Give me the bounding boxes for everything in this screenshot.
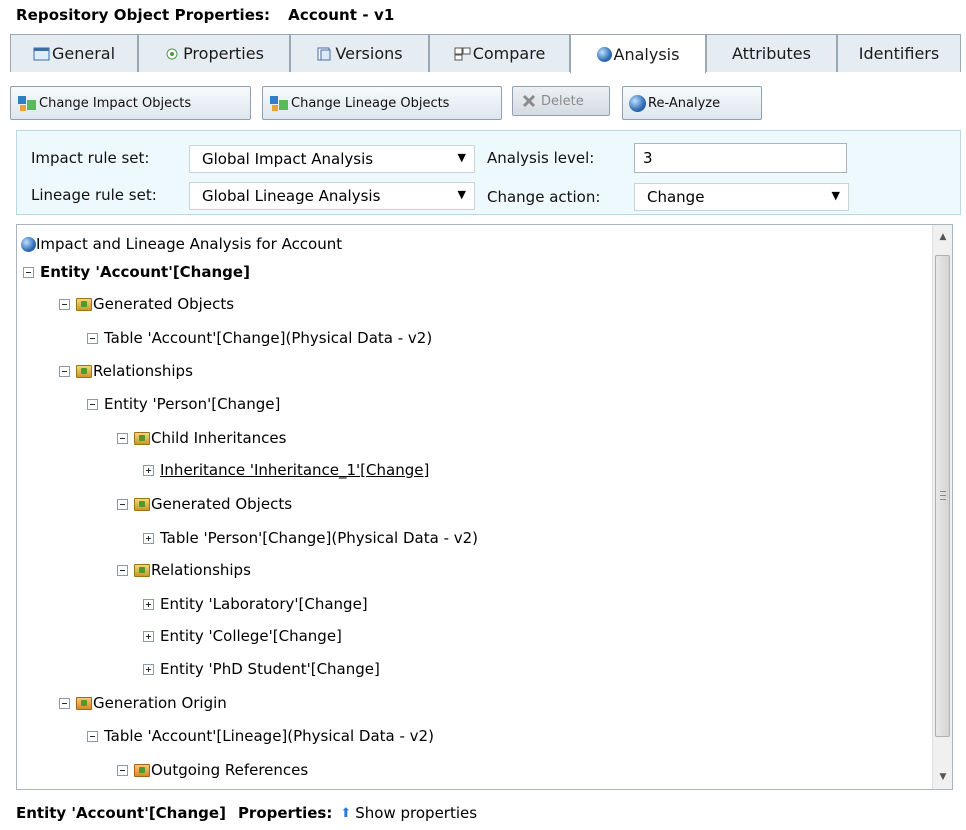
lineage-icon	[270, 96, 288, 111]
show-properties-link[interactable]: Show properties	[355, 804, 477, 822]
tree-node[interactable]: Child Inheritances	[117, 427, 286, 449]
folder-icon	[76, 364, 92, 378]
tree-node[interactable]: Table 'Account'[Lineage](Physical Data -…	[87, 725, 434, 747]
collapse-icon[interactable]	[117, 764, 128, 776]
tree-node[interactable]: Inheritance 'Inheritance_1'[Change]	[143, 459, 429, 481]
delete-button[interactable]: Delete	[512, 86, 610, 116]
tree-node[interactable]: Entity 'PhD Student'[Change]	[143, 658, 380, 680]
analysis-settings-panel: Impact rule set: Global Impact Analysis …	[16, 130, 961, 215]
scroll-down-arrow-icon[interactable]: ▼	[933, 767, 952, 787]
arrow-up-icon: ⬆	[340, 805, 352, 821]
collapse-icon[interactable]	[59, 697, 70, 709]
window-title: Repository Object Properties: Account - v…	[16, 6, 394, 24]
folder-icon	[134, 497, 150, 511]
folder-icon	[76, 696, 92, 710]
tree-node[interactable]: Entity 'Laboratory'[Change]	[143, 593, 368, 615]
collapse-icon[interactable]	[117, 498, 128, 510]
analysis-level-label: Analysis level:	[487, 149, 595, 167]
tab-attributes[interactable]: Attributes	[706, 34, 837, 72]
collapse-icon[interactable]	[117, 432, 128, 444]
analysis-level-input[interactable]: 3	[634, 143, 847, 173]
general-icon	[33, 47, 50, 60]
tab-compare[interactable]: Compare	[429, 34, 570, 72]
compare-icon	[454, 47, 471, 60]
folder-icon	[76, 297, 92, 311]
analysis-tree[interactable]: Impact and Lineage Analysis for Account …	[16, 224, 953, 790]
collapse-icon[interactable]	[59, 365, 70, 377]
change-action-select[interactable]: Change ▼	[634, 183, 849, 211]
folder-icon	[134, 763, 150, 777]
chevron-down-icon: ▼	[457, 151, 466, 164]
collapse-icon[interactable]	[87, 398, 98, 410]
tree-node[interactable]: Relationships	[59, 360, 193, 382]
change-action-label: Change action:	[487, 188, 601, 206]
globe-icon	[596, 46, 612, 62]
change-impact-objects-button[interactable]: Change Impact Objects	[10, 86, 251, 120]
tree-node[interactable]: Generation Origin	[59, 692, 227, 714]
tree-node[interactable]: Table 'Account'[Change](Physical Data - …	[87, 327, 432, 349]
properties-footer: Entity 'Account'[Change] Properties: ⬆ S…	[16, 804, 477, 822]
lineage-rule-select[interactable]: Global Lineage Analysis ▼	[189, 182, 475, 210]
tree-scrollbar[interactable]: ▲ ▼	[932, 225, 952, 789]
tree-node[interactable]: Outgoing References	[117, 759, 308, 781]
change-lineage-objects-button[interactable]: Change Lineage Objects	[262, 86, 502, 120]
tab-general[interactable]: General	[10, 34, 138, 72]
title-label: Repository Object Properties:	[16, 6, 271, 24]
tree-node[interactable]: Entity 'Account'[Change]	[23, 261, 250, 283]
impact-icon	[18, 96, 36, 111]
tree-root[interactable]: Impact and Lineage Analysis for Account	[21, 233, 342, 255]
chevron-down-icon: ▼	[457, 188, 466, 201]
tab-identifiers[interactable]: Identifiers	[837, 34, 961, 72]
collapse-icon[interactable]	[59, 298, 70, 310]
grip-icon	[940, 491, 946, 500]
chevron-down-icon: ▼	[831, 189, 840, 202]
impact-rule-label: Impact rule set:	[31, 149, 150, 167]
folder-icon	[134, 431, 150, 445]
tab-versions[interactable]: Versions	[290, 34, 429, 72]
expand-icon[interactable]	[143, 598, 154, 610]
re-analyze-button[interactable]: Re-Analyze	[622, 86, 762, 120]
expand-icon[interactable]	[143, 532, 154, 544]
scroll-thumb[interactable]	[935, 255, 950, 737]
selected-node-label: Entity 'Account'[Change]	[16, 804, 226, 822]
expand-icon[interactable]	[143, 464, 154, 476]
expand-icon[interactable]	[143, 663, 154, 675]
title-object: Account - v1	[288, 6, 395, 24]
collapse-icon[interactable]	[87, 332, 98, 344]
tree-node[interactable]: Table 'Person'[Change](Physical Data - v…	[143, 527, 478, 549]
tree-node[interactable]: Entity 'Person'[Change]	[87, 393, 280, 415]
tab-analysis[interactable]: Analysis	[570, 34, 706, 74]
versions-icon	[317, 47, 331, 60]
reanalyze-globe-icon	[629, 94, 646, 112]
tab-bar: General Properties Versions Compare Anal…	[10, 34, 961, 74]
tree-node[interactable]: Generated Objects	[117, 493, 292, 515]
tree-node[interactable]: Entity 'College'[Change]	[143, 625, 342, 647]
delete-icon	[522, 94, 536, 108]
properties-label: Properties:	[237, 804, 333, 822]
scroll-up-arrow-icon[interactable]: ▲	[933, 227, 952, 247]
globe-icon	[21, 236, 36, 252]
collapse-icon[interactable]	[87, 730, 98, 742]
properties-icon	[166, 48, 178, 59]
expand-icon[interactable]	[143, 630, 154, 642]
impact-rule-select[interactable]: Global Impact Analysis ▼	[189, 145, 475, 173]
collapse-icon[interactable]	[23, 266, 34, 278]
tree-node[interactable]: Generated Objects	[59, 293, 234, 315]
folder-icon	[134, 563, 150, 577]
lineage-rule-label: Lineage rule set:	[31, 186, 157, 204]
tree-node[interactable]: Relationships	[117, 559, 251, 581]
collapse-icon[interactable]	[117, 564, 128, 576]
tab-properties[interactable]: Properties	[138, 34, 290, 72]
